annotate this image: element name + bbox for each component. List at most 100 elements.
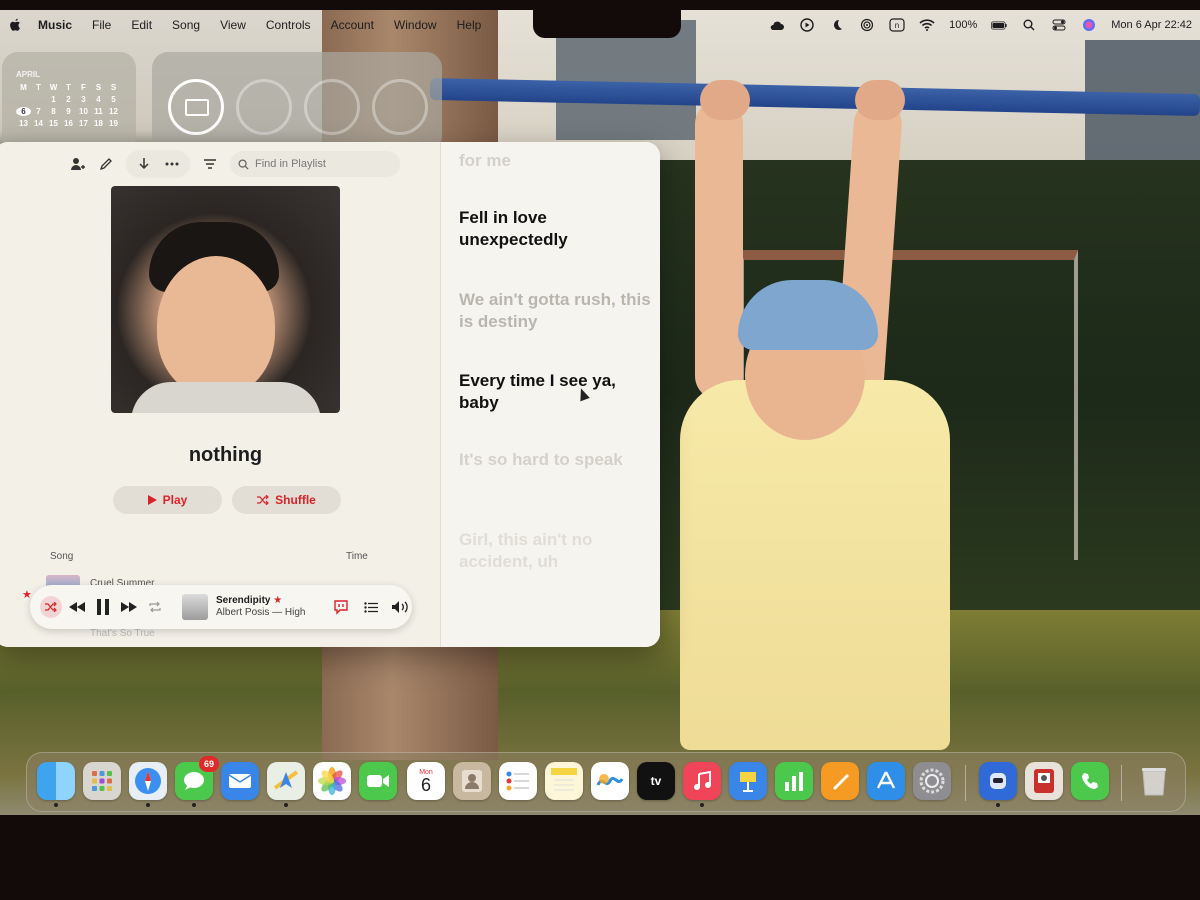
- calendar-app-icon[interactable]: Mon 6: [407, 762, 445, 800]
- maps-icon[interactable]: [267, 762, 305, 807]
- app-store-icon[interactable]: [867, 762, 905, 800]
- play-button[interactable]: Play: [113, 486, 222, 514]
- repeat-toggle[interactable]: [144, 596, 166, 618]
- photos-icon[interactable]: [313, 762, 351, 800]
- lyric-line[interactable]: Girl, this ain't no accident, uh: [459, 529, 654, 573]
- lyric-line-active[interactable]: Fell in love unexpectedly: [459, 207, 654, 251]
- device-battery-ring-empty: [236, 79, 292, 135]
- calendar-weekday: W: [49, 83, 58, 92]
- safari-icon[interactable]: [129, 762, 167, 807]
- mail-icon[interactable]: [221, 762, 259, 800]
- now-playing-icon[interactable]: [799, 18, 815, 32]
- batteries-widget[interactable]: [152, 52, 442, 152]
- finder-icon[interactable]: [37, 762, 75, 807]
- download-button[interactable]: [130, 150, 158, 178]
- pause-icon: [97, 599, 109, 615]
- menu-account[interactable]: Account: [331, 18, 374, 32]
- repeat-icon: [149, 602, 161, 612]
- pause-button[interactable]: [92, 596, 114, 618]
- calendar-widget[interactable]: APRIL M T W T F S S 1 2 3 4 5 6 7 8 9 10 11 12 13 14 15 16 17 18…: [2, 52, 136, 152]
- lyric-line-active[interactable]: Every time I see ya, baby: [459, 370, 654, 414]
- apple-tv-icon[interactable]: tv: [637, 762, 675, 800]
- queue-button[interactable]: [360, 596, 382, 618]
- lyrics-icon: [334, 600, 348, 615]
- column-header-song[interactable]: Song: [50, 551, 73, 562]
- calendar-weekday: T: [66, 83, 71, 92]
- calendar-day: 3: [81, 95, 86, 104]
- control-center-icon[interactable]: [1051, 18, 1067, 32]
- calendar-day-today: 6: [16, 107, 31, 116]
- messages-icon[interactable]: 69: [175, 756, 219, 807]
- search-input[interactable]: Find in Playlist: [230, 151, 400, 177]
- lyric-line[interactable]: We ain't gotta rush, this is destiny: [459, 289, 654, 333]
- calendar-weekday: M: [20, 83, 27, 92]
- calendar-day: 4: [96, 95, 101, 104]
- shuffle-button[interactable]: Shuffle: [232, 486, 341, 514]
- shuffle-icon: [257, 495, 270, 505]
- messages-badge: 69: [199, 756, 219, 772]
- airdrop-icon[interactable]: [859, 18, 875, 32]
- cloud-icon[interactable]: [769, 18, 785, 32]
- menu-song[interactable]: Song: [172, 18, 200, 32]
- sort-button[interactable]: [196, 150, 224, 178]
- wifi-icon[interactable]: [919, 18, 935, 32]
- add-collaborator-button[interactable]: [64, 150, 92, 178]
- input-source-icon[interactable]: n: [889, 18, 905, 32]
- keynote-icon[interactable]: [729, 762, 767, 800]
- battery-icon[interactable]: [991, 18, 1007, 32]
- volume-button[interactable]: [390, 596, 412, 618]
- dock-separator: [1121, 765, 1122, 801]
- phone-icon[interactable]: [1071, 762, 1109, 800]
- spotlight-search-icon[interactable]: [1021, 18, 1037, 32]
- calendar-widget-month: APRIL: [16, 70, 40, 79]
- menubar-clock[interactable]: Mon 6 Apr 22:42: [1111, 19, 1192, 31]
- siri-icon[interactable]: [1081, 18, 1097, 32]
- fast-forward-icon: [121, 602, 137, 612]
- music-app-icon[interactable]: [683, 762, 721, 807]
- now-playing-info[interactable]: Serendipity ★ Albert Posis — High: [216, 595, 316, 619]
- lyrics-button[interactable]: [330, 596, 352, 618]
- calendar-day: 11: [94, 107, 103, 116]
- menu-controls[interactable]: Controls: [266, 18, 311, 32]
- facetime-icon[interactable]: [359, 762, 397, 800]
- column-header-time[interactable]: Time: [346, 551, 368, 562]
- trash-icon[interactable]: [1135, 762, 1173, 800]
- calendar-day: 7: [36, 107, 41, 116]
- photo-booth-icon[interactable]: [1025, 762, 1063, 800]
- shuffle-toggle[interactable]: [40, 596, 62, 618]
- calendar-widget-grid: M T W T F S S 1 2 3 4 5 6 7 8 9 10 11 12 13 14 15 16 17 18 19: [16, 83, 136, 128]
- calendar-day: 14: [34, 119, 43, 128]
- laptop-icon: [185, 99, 209, 116]
- menu-window[interactable]: Window: [394, 18, 437, 32]
- playlist-artwork[interactable]: [111, 186, 340, 413]
- notes-icon[interactable]: [545, 762, 583, 800]
- apple-menu-icon[interactable]: [6, 17, 24, 33]
- next-track-button[interactable]: [118, 596, 140, 618]
- edit-pencil-button[interactable]: [92, 150, 120, 178]
- now-playing-artwork[interactable]: [182, 594, 208, 620]
- svg-text:n: n: [895, 21, 899, 30]
- menu-view[interactable]: View: [220, 18, 246, 32]
- menu-edit[interactable]: Edit: [131, 18, 152, 32]
- pages-icon[interactable]: [821, 762, 859, 800]
- table-row[interactable]: That's So True: [90, 628, 155, 639]
- dock: 69 Mon 6 tv: [26, 752, 1186, 812]
- menu-help[interactable]: Help: [457, 18, 482, 32]
- lyric-line[interactable]: for me: [459, 150, 654, 172]
- numbers-icon[interactable]: [775, 762, 813, 800]
- freeform-icon[interactable]: [591, 762, 629, 800]
- menu-file[interactable]: File: [92, 18, 111, 32]
- shuffle-label: Shuffle: [275, 493, 316, 507]
- lyric-line[interactable]: It's so hard to speak: [459, 449, 654, 471]
- reminders-icon[interactable]: [499, 762, 537, 800]
- system-settings-icon[interactable]: [913, 762, 951, 800]
- focus-moon-icon[interactable]: [829, 18, 845, 32]
- previous-track-button[interactable]: [66, 596, 88, 618]
- launchpad-icon[interactable]: [83, 762, 121, 800]
- calendar-weekday: T: [36, 83, 41, 92]
- calendar-day: 12: [109, 107, 118, 116]
- robot-app-icon[interactable]: [979, 762, 1017, 807]
- more-options-button[interactable]: [158, 150, 186, 178]
- menu-app-name[interactable]: Music: [38, 18, 72, 32]
- contacts-icon[interactable]: [453, 762, 491, 800]
